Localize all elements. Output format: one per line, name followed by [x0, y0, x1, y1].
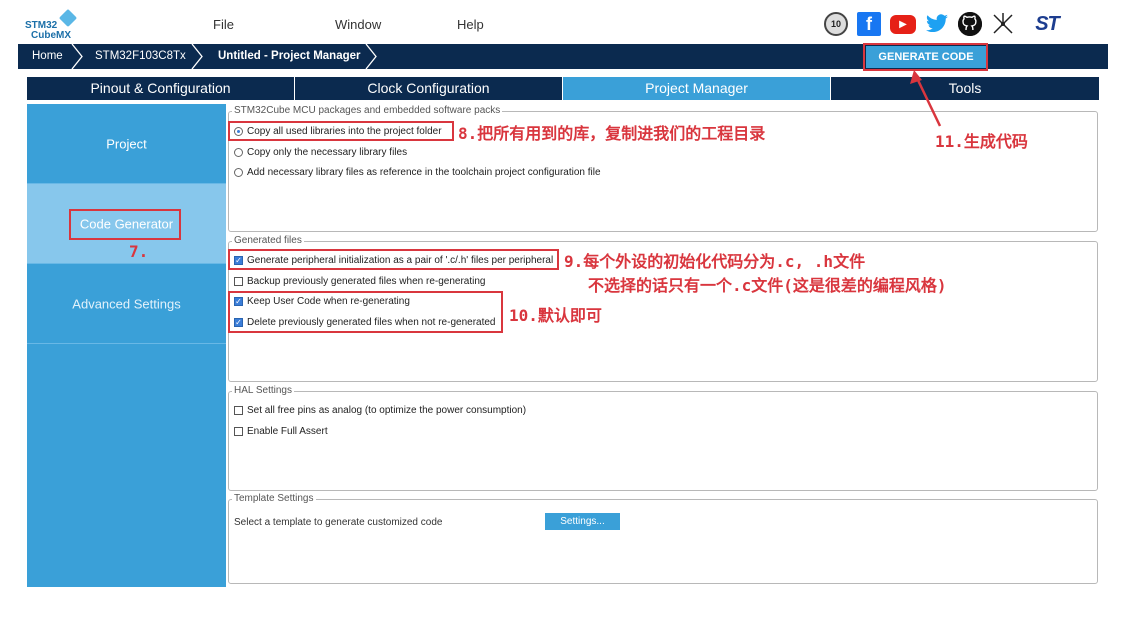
- youtube-icon[interactable]: ▶: [890, 14, 916, 34]
- generate-code-highlight: [863, 43, 988, 71]
- option-label: Add necessary library files as reference…: [247, 167, 601, 178]
- tab-clock-configuration[interactable]: Clock Configuration: [295, 77, 563, 100]
- packages-option-reference[interactable]: Add necessary library files as reference…: [234, 167, 601, 178]
- breadcrumb-chevron-icon: [364, 43, 378, 70]
- breadcrumb-device[interactable]: STM32F103C8Tx: [95, 44, 186, 69]
- github-icon[interactable]: [958, 12, 982, 36]
- tab-pinout-configuration[interactable]: Pinout & Configuration: [27, 77, 295, 100]
- default-options-highlight: [228, 291, 503, 333]
- template-settings-group-title: Template Settings: [232, 493, 316, 504]
- packages-option-copy-necessary[interactable]: Copy only the necessary library files: [234, 147, 407, 158]
- social-icons: 10 f ▶ ST: [824, 10, 1070, 38]
- facebook-icon[interactable]: f: [857, 12, 881, 36]
- annotation-9-line1: 9.每个外设的初始化代码分为.c, .h文件: [564, 252, 866, 271]
- option-label: Set all free pins as analog (to optimize…: [247, 405, 527, 416]
- packages-group-title: STM32Cube MCU packages and embedded soft…: [232, 105, 503, 116]
- hal-settings-group: HAL Settings Set all free pins as analog…: [228, 385, 1098, 491]
- annotation-10: 10.默认即可: [509, 306, 602, 325]
- tab-tools[interactable]: Tools: [831, 77, 1099, 100]
- hal-option-analog-pins[interactable]: Set all free pins as analog (to optimize…: [234, 405, 526, 416]
- breadcrumb-chevron-icon: [70, 43, 84, 70]
- anniversary-badge-icon[interactable]: 10: [824, 12, 848, 36]
- menu-window[interactable]: Window: [335, 17, 381, 32]
- checkbox-icon[interactable]: [234, 427, 243, 436]
- cube-icon: [58, 8, 78, 28]
- option-label: Backup previously generated files when r…: [247, 276, 486, 287]
- pair-files-highlight: [228, 249, 559, 270]
- annotation-8: 8.把所有用到的库，复制进我们的工程目录: [458, 124, 766, 143]
- sidebar: Project Code Generator Advanced Settings: [27, 104, 226, 587]
- annotation-arrow-icon: [910, 70, 942, 127]
- sidebar-item-label: Project: [106, 136, 147, 151]
- tab-project-manager[interactable]: Project Manager: [563, 77, 831, 100]
- network-icon[interactable]: [991, 12, 1015, 36]
- checkbox-icon[interactable]: [234, 406, 243, 415]
- option-label: Copy only the necessary library files: [247, 147, 408, 158]
- hal-settings-group-title: HAL Settings: [232, 385, 294, 396]
- radio-icon[interactable]: [234, 168, 243, 177]
- menu-file[interactable]: File: [213, 17, 234, 32]
- option-label: Enable Full Assert: [247, 426, 328, 437]
- sidebar-item-advanced-settings[interactable]: Advanced Settings: [27, 264, 226, 344]
- annotation-9-line2: 不选择的话只有一个.c文件(这是很差的编程风格): [588, 276, 947, 295]
- hal-option-full-assert[interactable]: Enable Full Assert: [234, 426, 328, 437]
- breadcrumb-project[interactable]: Untitled - Project Manager: [218, 44, 361, 69]
- sidebar-item-project[interactable]: Project: [27, 104, 226, 184]
- breadcrumb-home[interactable]: Home: [32, 44, 63, 69]
- twitter-icon[interactable]: [925, 12, 949, 36]
- annotation-7: 7.: [129, 242, 149, 261]
- stm32cubemx-logo: STM32 CubeMX: [25, 8, 85, 42]
- logo-line2: CubeMX: [31, 30, 71, 41]
- menu-help[interactable]: Help: [457, 17, 484, 32]
- copy-all-highlight: [228, 121, 454, 141]
- gen-option-backup[interactable]: Backup previously generated files when r…: [234, 276, 485, 287]
- st-logo-icon[interactable]: ST: [1024, 12, 1070, 36]
- breadcrumb-chevron-icon: [190, 43, 204, 70]
- checkbox-icon[interactable]: [234, 277, 243, 286]
- template-settings-button[interactable]: Settings...: [545, 513, 620, 530]
- generated-files-group-title: Generated files: [232, 235, 304, 246]
- sidebar-item-label: Advanced Settings: [72, 296, 181, 311]
- template-label: Select a template to generate customized…: [234, 517, 443, 528]
- code-generator-highlight: [69, 209, 181, 240]
- template-settings-group: Template Settings Select a template to g…: [228, 493, 1098, 584]
- radio-icon[interactable]: [234, 148, 243, 157]
